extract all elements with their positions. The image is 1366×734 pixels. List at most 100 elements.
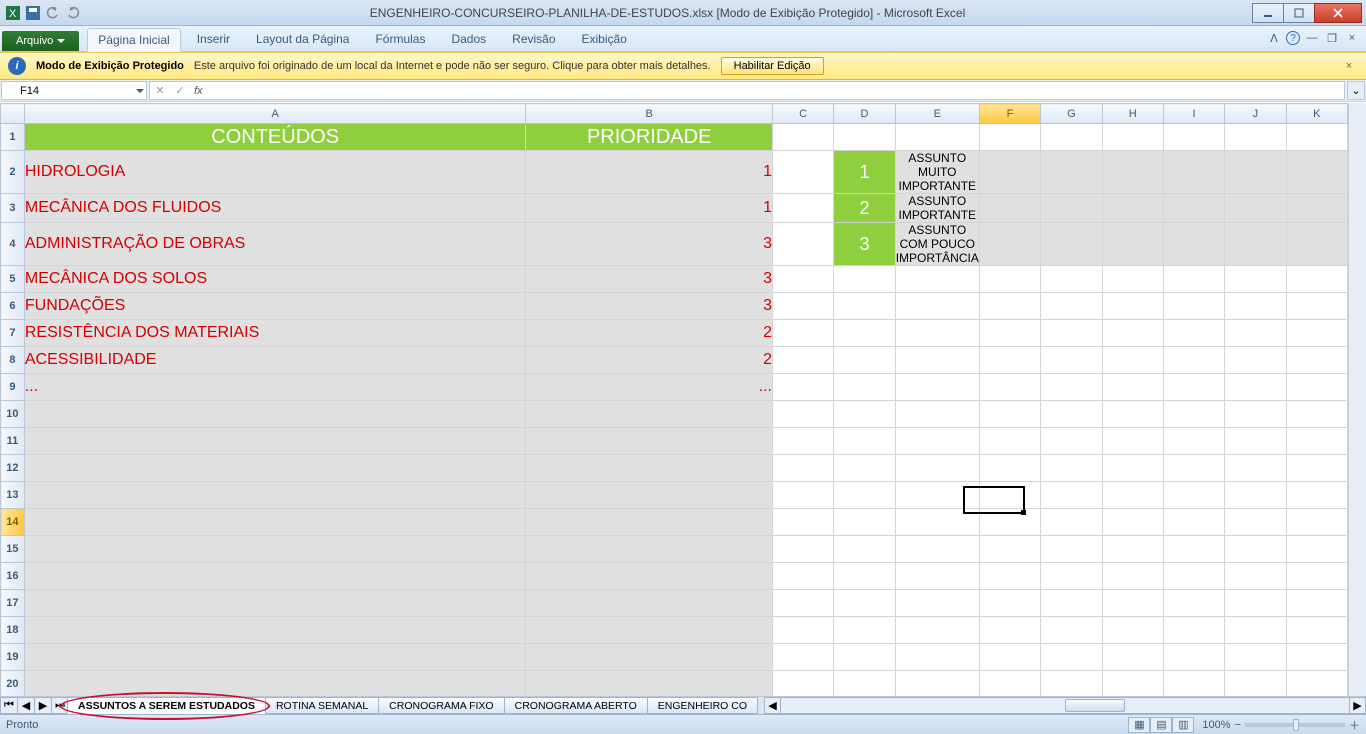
select-all-corner[interactable] bbox=[1, 104, 25, 124]
cell[interactable] bbox=[1102, 223, 1163, 266]
cell[interactable] bbox=[1041, 124, 1102, 151]
cell[interactable] bbox=[1286, 428, 1347, 455]
cell[interactable] bbox=[1225, 194, 1286, 223]
tab-nav-first-icon[interactable]: ⏮ bbox=[0, 697, 18, 714]
redo-icon[interactable] bbox=[64, 4, 82, 22]
cell[interactable] bbox=[979, 124, 1040, 151]
ribbon-tab[interactable]: Revisão bbox=[502, 28, 565, 51]
cell[interactable] bbox=[772, 266, 833, 293]
cell[interactable] bbox=[526, 617, 773, 644]
cell[interactable] bbox=[895, 124, 979, 151]
cell[interactable] bbox=[1286, 590, 1347, 617]
cell[interactable] bbox=[526, 509, 773, 536]
cell[interactable] bbox=[1102, 536, 1163, 563]
row-header[interactable]: 2 bbox=[1, 151, 25, 194]
cell[interactable] bbox=[1041, 590, 1102, 617]
cell[interactable] bbox=[1041, 455, 1102, 482]
zoom-in-icon[interactable]: ＋ bbox=[1349, 717, 1360, 733]
cell[interactable] bbox=[1041, 617, 1102, 644]
cell[interactable] bbox=[24, 644, 526, 671]
col-header[interactable]: B bbox=[526, 104, 773, 124]
cell[interactable] bbox=[772, 194, 833, 223]
cell[interactable] bbox=[1041, 509, 1102, 536]
cell[interactable] bbox=[834, 563, 895, 590]
row-header[interactable]: 16 bbox=[1, 563, 25, 590]
row-header[interactable]: 8 bbox=[1, 347, 25, 374]
cell[interactable] bbox=[1286, 509, 1347, 536]
cell[interactable] bbox=[1041, 482, 1102, 509]
cell[interactable] bbox=[979, 509, 1040, 536]
enable-editing-button[interactable]: Habilitar Edição bbox=[721, 57, 824, 75]
cell[interactable] bbox=[1041, 293, 1102, 320]
cell[interactable] bbox=[1041, 401, 1102, 428]
cell[interactable] bbox=[1163, 644, 1224, 671]
cell[interactable] bbox=[1163, 455, 1224, 482]
formula-input[interactable] bbox=[207, 85, 1344, 97]
expand-formula-bar-icon[interactable]: ⌄ bbox=[1347, 81, 1365, 100]
cell[interactable] bbox=[1286, 347, 1347, 374]
view-layout-icon[interactable]: ▤ bbox=[1150, 717, 1172, 733]
cell[interactable] bbox=[1041, 671, 1102, 697]
save-icon[interactable] bbox=[24, 4, 42, 22]
hscroll-right-icon[interactable]: ▶ bbox=[1349, 698, 1365, 713]
cell[interactable] bbox=[772, 590, 833, 617]
cell[interactable]: 3 bbox=[526, 223, 773, 266]
zoom-out-icon[interactable]: − bbox=[1235, 719, 1241, 731]
cell[interactable] bbox=[979, 617, 1040, 644]
cell[interactable] bbox=[772, 482, 833, 509]
row-header[interactable]: 9 bbox=[1, 374, 25, 401]
help-icon[interactable]: ? bbox=[1286, 31, 1300, 45]
ribbon-tab[interactable]: Fórmulas bbox=[365, 28, 435, 51]
cell[interactable]: FUNDAÇÕES bbox=[24, 293, 526, 320]
cell[interactable] bbox=[772, 617, 833, 644]
ribbon-tab[interactable]: Inserir bbox=[187, 28, 240, 51]
cell[interactable] bbox=[1225, 124, 1286, 151]
row-header[interactable]: 15 bbox=[1, 536, 25, 563]
cell[interactable]: ASSUNTO IMPORTANTE bbox=[895, 194, 979, 223]
cell[interactable] bbox=[24, 590, 526, 617]
fx-icon[interactable]: fx bbox=[190, 85, 207, 97]
col-header[interactable]: A bbox=[24, 104, 526, 124]
worksheet[interactable]: ABCDEFGHIJK1CONTEÚDOSPRIORIDADE2HIDROLOG… bbox=[0, 103, 1348, 696]
ribbon-tab[interactable]: Página Inicial bbox=[87, 28, 180, 52]
cell[interactable] bbox=[1225, 536, 1286, 563]
cell[interactable]: 1 bbox=[526, 151, 773, 194]
cell[interactable] bbox=[772, 347, 833, 374]
cell[interactable] bbox=[1225, 293, 1286, 320]
cell[interactable] bbox=[772, 151, 833, 194]
cell[interactable] bbox=[1225, 401, 1286, 428]
zoom-level[interactable]: 100% bbox=[1202, 719, 1230, 731]
cell[interactable] bbox=[772, 223, 833, 266]
sheet-tab[interactable]: ASSUNTOS A SEREM ESTUDADOS bbox=[67, 697, 266, 714]
cell[interactable] bbox=[1286, 223, 1347, 266]
tab-nav-next-icon[interactable]: ▶ bbox=[34, 697, 52, 714]
cell[interactable] bbox=[526, 401, 773, 428]
cell[interactable] bbox=[24, 482, 526, 509]
cell[interactable] bbox=[895, 509, 979, 536]
cell[interactable] bbox=[772, 401, 833, 428]
cell[interactable] bbox=[1225, 266, 1286, 293]
cell[interactable] bbox=[1102, 455, 1163, 482]
cell[interactable] bbox=[1102, 320, 1163, 347]
cell[interactable] bbox=[834, 401, 895, 428]
cell[interactable] bbox=[1163, 482, 1224, 509]
cell[interactable] bbox=[1102, 347, 1163, 374]
cell[interactable] bbox=[1163, 536, 1224, 563]
cell[interactable] bbox=[979, 671, 1040, 697]
cell[interactable] bbox=[1225, 455, 1286, 482]
cell[interactable] bbox=[834, 617, 895, 644]
cell[interactable] bbox=[1102, 374, 1163, 401]
cell[interactable] bbox=[1225, 482, 1286, 509]
undo-icon[interactable] bbox=[44, 4, 62, 22]
cell[interactable]: ADMINISTRAÇÃO DE OBRAS bbox=[24, 223, 526, 266]
cell[interactable] bbox=[895, 536, 979, 563]
ribbon-tab[interactable]: Dados bbox=[441, 28, 496, 51]
excel-icon[interactable]: X bbox=[4, 4, 22, 22]
cell[interactable] bbox=[979, 644, 1040, 671]
cell[interactable] bbox=[895, 293, 979, 320]
col-header[interactable]: K bbox=[1286, 104, 1347, 124]
cell[interactable] bbox=[24, 671, 526, 697]
cell[interactable] bbox=[1225, 590, 1286, 617]
cell[interactable] bbox=[1163, 151, 1224, 194]
cell[interactable] bbox=[1041, 347, 1102, 374]
